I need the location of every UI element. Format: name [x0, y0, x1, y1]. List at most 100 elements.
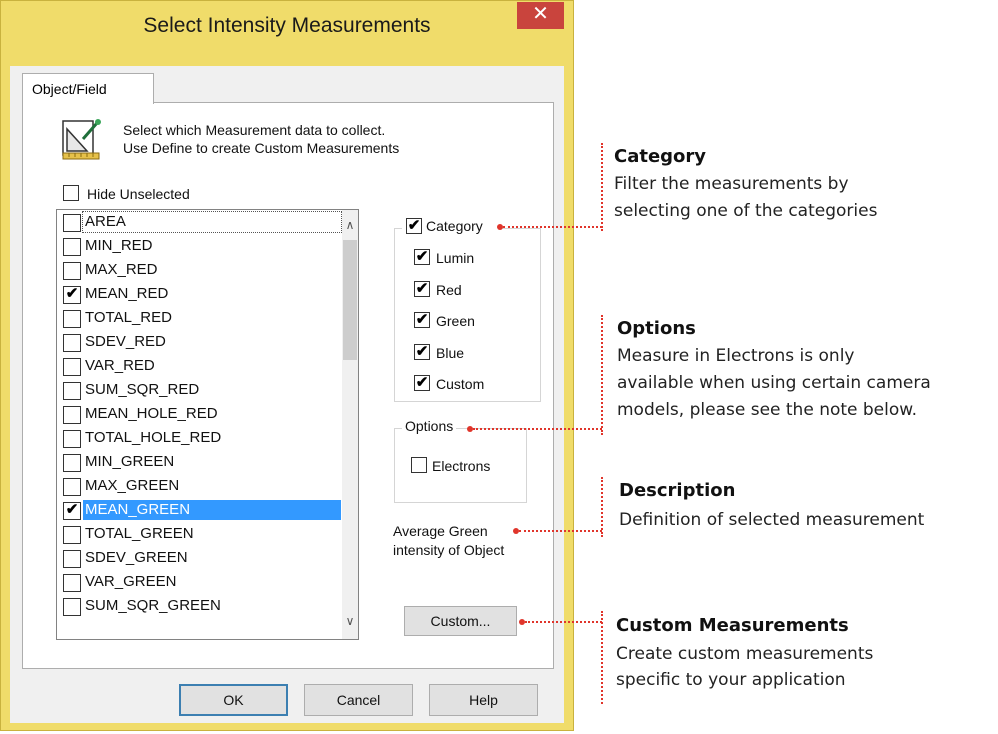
description-connector: [519, 530, 602, 532]
list-item[interactable]: AREA: [57, 210, 344, 234]
list-item-label: TOTAL_RED: [85, 309, 172, 326]
list-item-label: MIN_GREEN: [85, 453, 175, 470]
annotation-custom-line-1: Create custom measurements: [616, 644, 874, 664]
category-item-label: Lumin: [436, 250, 475, 266]
list-item-label: MAX_RED: [85, 261, 158, 278]
list-item[interactable]: SUM_SQR_GREEN: [57, 594, 344, 618]
list-item[interactable]: VAR_RED: [57, 354, 344, 378]
annotation-options-title: Options: [617, 318, 696, 339]
options-label: Options: [402, 418, 457, 434]
list-item-label: MAX_GREEN: [85, 477, 180, 494]
list-item-label: MEAN_HOLE_RED: [85, 405, 218, 422]
list-item-checkbox[interactable]: [63, 310, 81, 328]
hide-unselected-label: Hide Unselected: [87, 186, 190, 202]
category-item-label: Blue: [436, 344, 465, 361]
custom-button[interactable]: Custom...: [404, 606, 517, 636]
electrons-label: Electrons: [432, 458, 491, 474]
list-item[interactable]: SUM_SQR_RED: [57, 378, 344, 402]
category-item-label: Custom: [436, 376, 485, 392]
electrons-box[interactable]: [411, 457, 427, 473]
list-item-checkbox[interactable]: [63, 214, 81, 232]
annotation-category-line-2: selecting one of the categories: [614, 201, 878, 221]
list-item[interactable]: VAR_GREEN: [57, 570, 344, 594]
list-item-label: TOTAL_HOLE_RED: [85, 429, 222, 446]
list-item-checkbox[interactable]: [63, 406, 81, 424]
annotation-custom-title: Custom Measurements: [616, 615, 849, 636]
category-item-label: Green: [436, 313, 475, 329]
annotation-options-line-1: Measure in Electrons is only: [617, 346, 855, 366]
scroll-up-icon[interactable]: ∧: [343, 218, 357, 234]
tab-object-field[interactable]: Object/Field: [22, 73, 154, 104]
list-item-checkbox[interactable]: [63, 358, 81, 376]
hide-unselected-box[interactable]: [63, 185, 79, 201]
annotation-options-line-3: models, please see the note below.: [617, 400, 918, 420]
list-item[interactable]: TOTAL_GREEN: [57, 522, 344, 546]
measurement-list[interactable]: AREA MIN_RED MAX_RED ✔ MEAN_RED TOTAL_RED SDEV…: [56, 209, 359, 640]
scrollbar-thumb[interactable]: [343, 240, 357, 360]
list-item[interactable]: MIN_RED: [57, 234, 344, 258]
list-item[interactable]: ✔ MEAN_GREEN: [57, 498, 344, 522]
category-header[interactable]: ✔ Category: [402, 216, 500, 238]
help-button[interactable]: Help: [429, 684, 538, 716]
category-item-checkbox[interactable]: ✔: [414, 343, 430, 360]
list-item-checkbox[interactable]: [63, 262, 81, 280]
list-item[interactable]: SDEV_RED: [57, 330, 344, 354]
category-item-blue[interactable]: ✔ Blue: [414, 343, 524, 363]
category-item-green[interactable]: ✔ Green: [414, 311, 524, 331]
category-checkbox[interactable]: ✔: [406, 218, 422, 234]
list-item-checkbox[interactable]: [63, 238, 81, 256]
category-item-custom[interactable]: ✔ Custom: [414, 374, 524, 394]
list-item[interactable]: SDEV_GREEN: [57, 546, 344, 570]
list-item-checkbox[interactable]: [63, 454, 81, 472]
cancel-button[interactable]: Cancel: [304, 684, 413, 716]
measurement-tool-icon: [62, 119, 101, 160]
list-item-checkbox[interactable]: [63, 598, 81, 616]
list-item-checkbox[interactable]: [63, 550, 81, 568]
list-item[interactable]: MAX_RED: [57, 258, 344, 282]
description-line-1: Average Green: [393, 523, 488, 539]
electrons-checkbox[interactable]: Electrons: [411, 456, 521, 476]
list-item[interactable]: TOTAL_HOLE_RED: [57, 426, 344, 450]
close-button[interactable]: ✕: [517, 2, 564, 29]
annotation-custom-line-2: specific to your application: [616, 670, 846, 690]
hint-line-2: Use Define to create Custom Measurements: [123, 140, 400, 156]
annotation-category-title: Category: [614, 146, 707, 167]
list-item[interactable]: MEAN_HOLE_RED: [57, 402, 344, 426]
custom-bracket: [601, 611, 603, 704]
list-item-checkbox[interactable]: [63, 430, 81, 448]
annotation-options-line-2: available when using certain camera: [617, 373, 931, 393]
list-item-label: VAR_GREEN: [85, 573, 177, 590]
description-line-2: intensity of Object: [393, 542, 505, 558]
category-item-red[interactable]: ✔ Red: [414, 280, 524, 300]
category-bracket: [601, 143, 603, 231]
list-item-checkbox[interactable]: [63, 478, 81, 496]
list-item-label: MEAN_GREEN: [83, 500, 341, 520]
dialog-title: Select Intensity Measurements: [143, 14, 431, 37]
category-item-checkbox[interactable]: ✔: [414, 375, 430, 391]
list-item[interactable]: TOTAL_RED: [57, 306, 344, 330]
list-item-checkbox[interactable]: [63, 574, 81, 592]
list-item-label: TOTAL_GREEN: [85, 525, 194, 542]
list-item-label: SUM_SQR_GREEN: [85, 597, 221, 614]
list-item-checkbox[interactable]: ✔: [63, 286, 81, 304]
annotation-category-line-1: Filter the measurements by: [614, 174, 849, 194]
list-item-label: SDEV_RED: [85, 333, 166, 350]
ok-button[interactable]: OK: [179, 684, 288, 716]
list-item[interactable]: ✔ MEAN_RED: [57, 282, 344, 306]
list-item-checkbox[interactable]: [63, 382, 81, 400]
category-item-checkbox[interactable]: ✔: [414, 312, 430, 328]
list-item[interactable]: MIN_GREEN: [57, 450, 344, 474]
scroll-down-icon[interactable]: ∨: [343, 614, 357, 630]
custom-connector: [525, 621, 602, 623]
description-bracket: [601, 477, 603, 537]
category-item-checkbox[interactable]: ✔: [414, 249, 430, 265]
list-item-checkbox[interactable]: [63, 334, 81, 352]
list-item[interactable]: MAX_GREEN: [57, 474, 344, 498]
list-item-label: MIN_RED: [85, 237, 153, 254]
category-item-checkbox[interactable]: ✔: [414, 280, 430, 297]
list-item-checkbox[interactable]: [63, 526, 81, 544]
hide-unselected-checkbox[interactable]: Hide Unselected: [63, 184, 223, 204]
category-item-lumin[interactable]: ✔ Lumin: [414, 248, 524, 268]
list-item-label: MEAN_RED: [85, 285, 169, 302]
list-item-checkbox[interactable]: ✔: [63, 502, 81, 520]
